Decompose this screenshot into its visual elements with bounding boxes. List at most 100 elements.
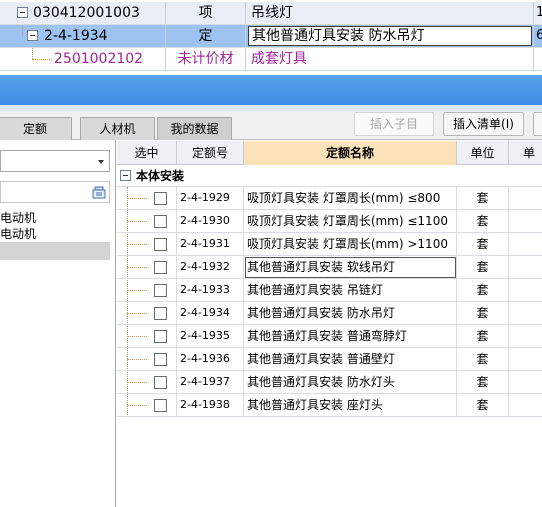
code-cell[interactable]: 030412001003 [0, 2, 166, 24]
minus-box-icon[interactable] [17, 7, 28, 18]
code-cell[interactable]: 2-4-1933 [177, 279, 244, 302]
code-cell[interactable]: 2-4-1935 [177, 325, 244, 348]
extra-cell[interactable] [509, 279, 542, 302]
code-cell[interactable]: 2-4-1936 [177, 348, 244, 371]
header-extra[interactable]: 单 [509, 141, 542, 165]
tree-connector [22, 25, 23, 37]
name-cell[interactable]: 吸顶灯具安装 灯罩周长(mm) ≤1100 [244, 210, 457, 233]
tab-labor-material[interactable]: 人材机 [80, 117, 155, 140]
list-item[interactable]: 流电动机 [0, 210, 110, 226]
row-checkbox[interactable] [154, 376, 167, 389]
unit-cell[interactable]: 套 [457, 256, 509, 279]
row-checkbox[interactable] [154, 261, 167, 274]
list-item-selected[interactable] [0, 242, 110, 260]
unit-cell[interactable]: 套 [457, 210, 509, 233]
name-cell[interactable]: 吸顶灯具安装 灯罩周长(mm) ≤800 [244, 187, 457, 210]
code-cell[interactable]: 2-4-1932 [177, 256, 244, 279]
chevron-down-icon[interactable] [98, 160, 104, 164]
row-checkbox[interactable] [154, 215, 167, 228]
list-item[interactable]: 步电动机 [0, 226, 110, 242]
extra-cell[interactable] [509, 325, 542, 348]
name-cell[interactable]: 吊线灯 [246, 2, 534, 24]
row-checkbox[interactable] [154, 284, 167, 297]
top-grid-row-selected[interactable]: 2-4-1934 定 其他普通灯具安装 防水吊灯 6 [0, 25, 542, 48]
name-cell[interactable]: 其他普通灯具安装 普通壁灯 [244, 348, 457, 371]
top-grid-row[interactable]: 2501002102 未计价材 成套灯具 [0, 48, 542, 71]
code-cell[interactable]: 2-4-1930 [177, 210, 244, 233]
extra-cell[interactable]: 6 [534, 25, 542, 47]
table-row[interactable]: 2-4-1934 其他普通灯具安装 防水吊灯套 [117, 302, 542, 325]
unit-cell[interactable]: 套 [457, 187, 509, 210]
category-dropdown[interactable] [0, 150, 110, 172]
table-row[interactable]: 2-4-1930 吸顶灯具安装 灯罩周长(mm) ≤1100 套 [117, 210, 542, 233]
extra-cell[interactable] [509, 210, 542, 233]
unit-cell[interactable]: 套 [457, 233, 509, 256]
name-cell[interactable]: 吸顶灯具安装 灯罩周长(mm) >1100 [244, 233, 457, 256]
unit-cell[interactable]: 套 [457, 302, 509, 325]
table-row[interactable]: 2-4-1936 其他普通灯具安装 普通壁灯套 [117, 348, 542, 371]
minus-box-icon[interactable] [120, 170, 131, 181]
header-unit[interactable]: 单位 [457, 141, 509, 165]
code-cell[interactable]: 2-4-1938 [177, 394, 244, 417]
tab-my-data[interactable]: 我的数据 [157, 117, 232, 140]
unit-cell[interactable]: 套 [457, 394, 509, 417]
more-button[interactable] [533, 112, 542, 136]
type-cell[interactable]: 未计价材 [166, 48, 246, 70]
name-cell[interactable]: 其他普通灯具安装 座灯头 [244, 394, 457, 417]
extra-cell[interactable] [509, 371, 542, 394]
row-checkbox[interactable] [154, 399, 167, 412]
extra-cell[interactable]: 1 [534, 2, 542, 24]
name-cell[interactable]: 其他普通灯具安装 防水吊灯 [244, 302, 457, 325]
unit-cell[interactable]: 套 [457, 348, 509, 371]
unit-cell[interactable]: 套 [457, 325, 509, 348]
name-cell[interactable]: 其他普通灯具安装 防水吊灯 [246, 25, 534, 47]
header-select[interactable]: 选中 [117, 141, 177, 165]
row-checkbox[interactable] [154, 330, 167, 343]
unit-cell[interactable]: 套 [457, 279, 509, 302]
code-cell[interactable]: 2-4-1934 [0, 25, 166, 47]
extra-cell[interactable] [509, 348, 542, 371]
tab-quota[interactable]: 定额 [0, 117, 72, 140]
group-row[interactable]: 本体安装 [117, 165, 542, 187]
code-cell[interactable]: 2-4-1934 [177, 302, 244, 325]
minus-box-icon[interactable] [27, 30, 38, 41]
header-code[interactable]: 定额号 [177, 141, 244, 165]
code-cell[interactable]: 2-4-1937 [177, 371, 244, 394]
table-row[interactable]: 2-4-1937 其他普通灯具安装 防水灯头套 [117, 371, 542, 394]
top-grid-row[interactable]: 030412001003 项 吊线灯 1 [0, 2, 542, 25]
extra-cell[interactable] [509, 187, 542, 210]
code-cell[interactable]: 2501002102 [0, 48, 166, 70]
name-cell[interactable]: 其他普通灯具安装 普通弯脖灯 [244, 325, 457, 348]
name-edit-input[interactable]: 其他普通灯具安装 防水吊灯 [248, 26, 532, 46]
name-cell[interactable]: 其他普通灯具安装 防水灯头 [244, 371, 457, 394]
table-row[interactable]: 2-4-1935 其他普通灯具安装 普通弯脖灯套 [117, 325, 542, 348]
table-row[interactable]: 2-4-1931 吸顶灯具安装 灯罩周长(mm) >1100 套 [117, 233, 542, 256]
row-checkbox[interactable] [154, 353, 167, 366]
extra-cell[interactable] [509, 302, 542, 325]
table-row[interactable]: 2-4-1933 其他普通灯具安装 吊链灯套 [117, 279, 542, 302]
code-cell[interactable]: 2-4-1931 [177, 233, 244, 256]
insert-list-button[interactable]: 插入清单(I) [443, 112, 524, 136]
search-input[interactable] [0, 181, 110, 203]
search-icon[interactable] [92, 185, 106, 199]
unit-cell[interactable]: 套 [457, 371, 509, 394]
extra-cell[interactable] [509, 394, 542, 417]
name-cell[interactable]: 其他普通灯具安装 吊链灯 [244, 279, 457, 302]
code-cell[interactable]: 2-4-1929 [177, 187, 244, 210]
name-cell[interactable]: 成套灯具 [246, 48, 534, 70]
extra-cell[interactable] [534, 48, 542, 70]
insert-child-button[interactable]: 插入子目 [354, 112, 434, 136]
table-row[interactable]: 2-4-1938 其他普通灯具安装 座灯头套 [117, 394, 542, 417]
header-name[interactable]: 定额名称 [244, 141, 457, 165]
row-checkbox[interactable] [154, 307, 167, 320]
row-checkbox[interactable] [154, 192, 167, 205]
extra-cell[interactable] [509, 233, 542, 256]
extra-cell[interactable] [509, 256, 542, 279]
row-checkbox[interactable] [154, 238, 167, 251]
name-cell[interactable]: 其他普通灯具安装 软线吊灯 [244, 256, 457, 279]
table-row[interactable]: 2-4-1932 其他普通灯具安装 软线吊灯套 [117, 256, 542, 279]
type-cell[interactable]: 项 [166, 2, 246, 24]
tree-connector [127, 405, 147, 406]
table-row[interactable]: 2-4-1929 吸顶灯具安装 灯罩周长(mm) ≤800 套 [117, 187, 542, 210]
type-cell[interactable]: 定 [166, 25, 246, 47]
